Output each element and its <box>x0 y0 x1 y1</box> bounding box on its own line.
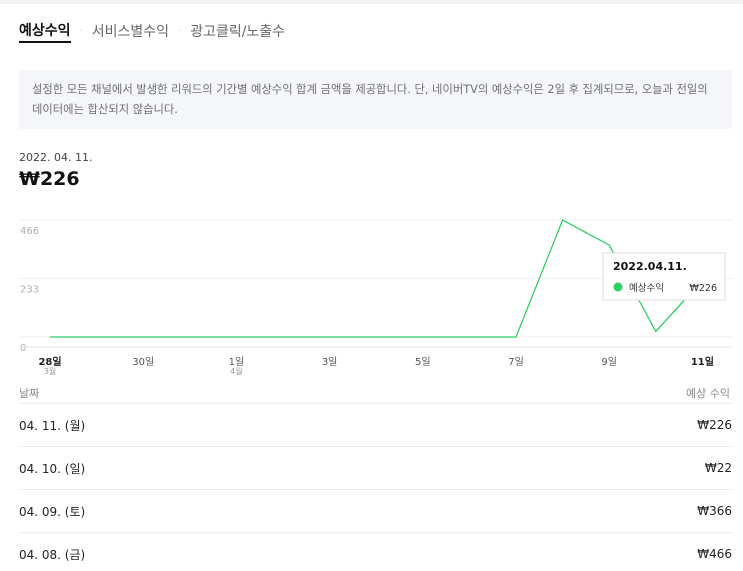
tab-separator: · <box>178 25 182 37</box>
x-tick-sublabel: 4월 <box>230 366 242 376</box>
tab-separator: · <box>79 25 83 37</box>
y-tick-label: 466 <box>20 226 39 237</box>
selected-date: 2022. 04. 11. <box>19 151 93 164</box>
tab-service-revenue[interactable]: 서비스별수익 <box>92 21 169 41</box>
tab-expected-revenue[interactable]: 예상수익 <box>19 20 71 43</box>
x-tick-label: 7일 <box>508 356 524 368</box>
x-tick-sublabel: 3월 <box>44 366 56 376</box>
tab-ad-clicks-impressions[interactable]: 광고클릭/노출수 <box>190 21 285 41</box>
x-tick-label: 9일 <box>601 356 617 368</box>
x-tick-label: 5일 <box>415 356 431 368</box>
row-amount: ₩22 <box>704 461 732 475</box>
y-tick-label: 0 <box>20 343 26 354</box>
row-amount: ₩226 <box>697 418 732 432</box>
top-border <box>0 0 743 4</box>
amount-column-header: 예상 수익 <box>686 387 730 400</box>
date-column-header: 날짜 <box>19 387 40 400</box>
y-tick-label: 233 <box>20 285 39 296</box>
row-date: 04. 11. (월) <box>19 418 86 433</box>
row-date: 04. 10. (일) <box>19 461 86 476</box>
table-row[interactable]: 04. 10. (일) ₩22 <box>19 446 732 489</box>
tab-bar: 예상수익 · 서비스별수익 · 광고클릭/노출수 <box>19 20 285 43</box>
tooltip-series-name: 예상수익 <box>629 282 664 294</box>
row-date: 04. 09. (토) <box>19 504 86 519</box>
selected-total: ₩226 <box>19 168 80 190</box>
x-tick-label: 11일 <box>691 355 714 368</box>
row-amount: ₩366 <box>697 504 732 518</box>
tooltip-date: 2022.04.11. <box>613 260 687 273</box>
table-row[interactable]: 04. 11. (월) ₩226 <box>19 403 732 446</box>
tooltip-value: ₩226 <box>689 283 717 294</box>
revenue-table: 04. 11. (월) ₩226 04. 10. (일) ₩22 04. 09.… <box>19 403 732 571</box>
tooltip-series-dot <box>613 282 623 292</box>
info-notice: 설정한 모든 채널에서 발생한 리워드의 기간별 예상수익 합계 금액을 제공합… <box>19 70 732 129</box>
table-row[interactable]: 04. 08. (금) ₩466 <box>19 532 732 571</box>
x-tick-label: 3일 <box>322 356 338 368</box>
row-amount: ₩466 <box>697 547 732 561</box>
x-tick-label: 30일 <box>132 356 154 368</box>
revenue-line-chart[interactable]: 466233028일3월30일 1일4월3일 5일 7일 9일 11일2022.04.11… <box>0 210 743 380</box>
row-date: 04. 08. (금) <box>19 547 86 562</box>
table-row[interactable]: 04. 09. (토) ₩366 <box>19 489 732 532</box>
